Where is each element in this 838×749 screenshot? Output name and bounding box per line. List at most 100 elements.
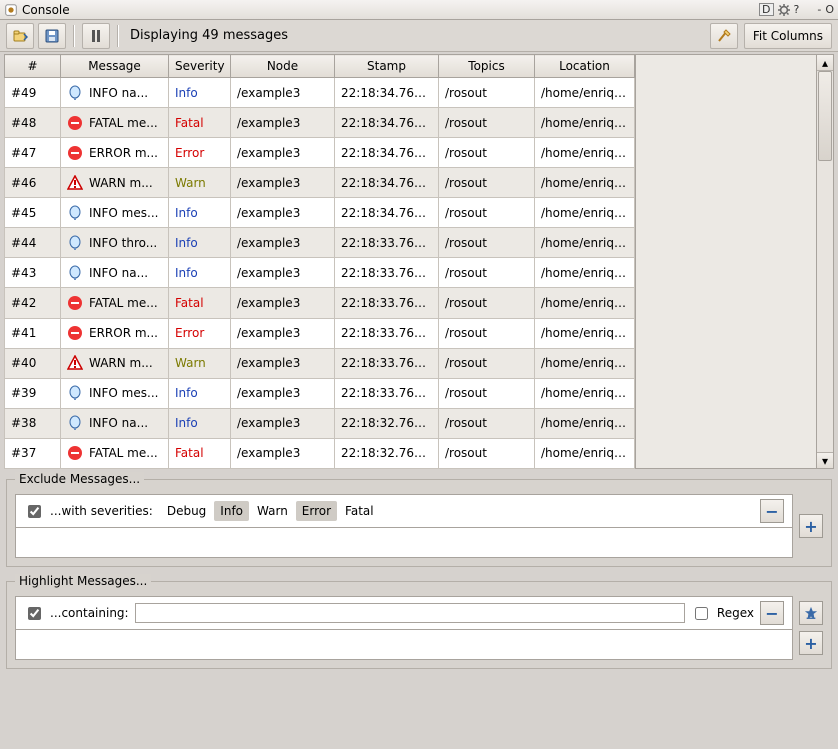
cell-severity: Info [169,408,231,438]
info-icon [67,385,83,401]
cell-stamp: 22:18:34.763... [335,138,439,168]
close-button[interactable]: O [825,3,834,17]
severity-chip-info[interactable]: Info [214,501,249,521]
highlight-legend: Highlight Messages... [15,574,151,588]
severity-chip-warn[interactable]: Warn [251,501,294,521]
table-row[interactable]: #44INFO thro...Info/example322:18:33.763… [5,228,635,258]
save-button[interactable] [38,23,66,49]
pause-button[interactable] [82,23,110,49]
col-header-num[interactable]: # [5,55,61,78]
settings-gear-icon[interactable] [778,3,790,17]
cell-message-text: INFO na... [89,416,148,430]
scroll-down-arrow-icon[interactable]: ▾ [817,452,833,468]
cell-stamp: 22:18:34.763... [335,108,439,138]
highlight-filter-row: ...containing: Regex − [15,596,793,630]
cell-location: /home/enriqu... [535,198,635,228]
clear-highlight-button[interactable] [799,601,823,625]
cell-topics: /rosout [439,108,535,138]
fatal-icon [67,115,83,131]
cell-num: #43 [5,258,61,288]
cell-severity: Fatal [169,438,231,468]
cell-message-text: INFO mes... [89,206,158,220]
cell-message: INFO na... [61,78,169,108]
cell-severity: Error [169,318,231,348]
table-row[interactable]: #41ERROR m...Error/example322:18:33.763.… [5,318,635,348]
severity-chip-fatal[interactable]: Fatal [339,501,380,521]
remove-exclude-filter-button[interactable]: − [760,499,784,523]
table-row[interactable]: #40WARN m...Warn/example322:18:33.762...… [5,348,635,378]
table-row[interactable]: #38INFO na...Info/example322:18:32.763..… [5,408,635,438]
cell-message-text: INFO na... [89,86,148,100]
table-row[interactable]: #42FATAL me...Fatal/example322:18:33.763… [5,288,635,318]
info-icon [67,85,83,101]
highlight-regex-checkbox[interactable] [695,607,708,620]
col-header-stamp[interactable]: Stamp [335,55,439,78]
vertical-scrollbar[interactable]: ▴ ▾ [816,54,834,469]
table-row[interactable]: #46WARN m...Warn/example322:18:34.762...… [5,168,635,198]
exclude-filters-list [15,528,793,558]
titlebar: Console D ? - O [0,0,838,20]
cell-message-text: FATAL me... [89,296,158,310]
cell-severity: Info [169,78,231,108]
table-row[interactable]: #48FATAL me...Fatal/example322:18:34.763… [5,108,635,138]
help-button[interactable]: ? [794,3,800,17]
cell-node: /example3 [231,258,335,288]
cell-location: /home/enriqu... [535,378,635,408]
col-header-node[interactable]: Node [231,55,335,78]
cell-message: ERROR m... [61,318,169,348]
scroll-up-arrow-icon[interactable]: ▴ [817,55,833,71]
error-icon [67,325,83,341]
cell-node: /example3 [231,318,335,348]
cell-severity: Warn [169,348,231,378]
cell-topics: /rosout [439,378,535,408]
minimize-button[interactable]: - [817,3,821,17]
table-row[interactable]: #43INFO na...Info/example322:18:33.763..… [5,258,635,288]
cell-stamp: 22:18:33.763... [335,228,439,258]
cell-message: INFO thro... [61,228,169,258]
fit-columns-button[interactable]: Fit Columns [744,23,832,49]
scroll-track[interactable] [817,71,833,452]
cell-num: #47 [5,138,61,168]
col-header-topics[interactable]: Topics [439,55,535,78]
cell-topics: /rosout [439,438,535,468]
table-row[interactable]: #49INFO na...Info/example322:18:34.763..… [5,78,635,108]
dock-button[interactable]: D [759,3,773,16]
col-header-severity[interactable]: Severity [169,55,231,78]
table-row[interactable]: #39INFO mes...Info/example322:18:33.762.… [5,378,635,408]
open-button[interactable] [6,23,34,49]
cell-message-text: WARN m... [89,176,153,190]
col-header-message[interactable]: Message [61,55,169,78]
clear-button[interactable] [710,23,738,49]
remove-highlight-filter-button[interactable]: − [760,601,784,625]
severity-chip-debug[interactable]: Debug [161,501,212,521]
highlight-containing-checkbox[interactable] [28,607,41,620]
cell-topics: /rosout [439,78,535,108]
cell-location: /home/enriqu... [535,108,635,138]
add-exclude-filter-button[interactable]: + [799,514,823,538]
warn-icon [67,355,83,371]
cell-num: #44 [5,228,61,258]
cell-message-text: INFO na... [89,266,148,280]
cell-stamp: 22:18:33.763... [335,258,439,288]
cell-message-text: ERROR m... [89,146,158,160]
info-icon [67,235,83,251]
add-highlight-filter-button[interactable]: + [799,631,823,655]
scroll-thumb[interactable] [818,71,832,161]
fatal-icon [67,295,83,311]
severity-chip-error[interactable]: Error [296,501,337,521]
cell-message: INFO na... [61,408,169,438]
messages-table[interactable]: # Message Severity Node Stamp Topics Loc… [4,54,635,469]
cell-location: /home/enriqu... [535,138,635,168]
cell-node: /example3 [231,168,335,198]
exclude-severities-checkbox[interactable] [28,505,41,518]
table-row[interactable]: #37FATAL me...Fatal/example322:18:32.763… [5,438,635,468]
table-row[interactable]: #47ERROR m...Error/example322:18:34.763.… [5,138,635,168]
highlight-text-input[interactable] [135,603,685,623]
col-header-location[interactable]: Location [535,55,635,78]
table-row[interactable]: #45INFO mes...Info/example322:18:34.762.… [5,198,635,228]
cell-message-text: FATAL me... [89,116,158,130]
fit-columns-label: Fit Columns [753,29,823,43]
cell-topics: /rosout [439,408,535,438]
cell-message: INFO mes... [61,198,169,228]
exclude-severities-label: ...with severities: [50,504,153,518]
